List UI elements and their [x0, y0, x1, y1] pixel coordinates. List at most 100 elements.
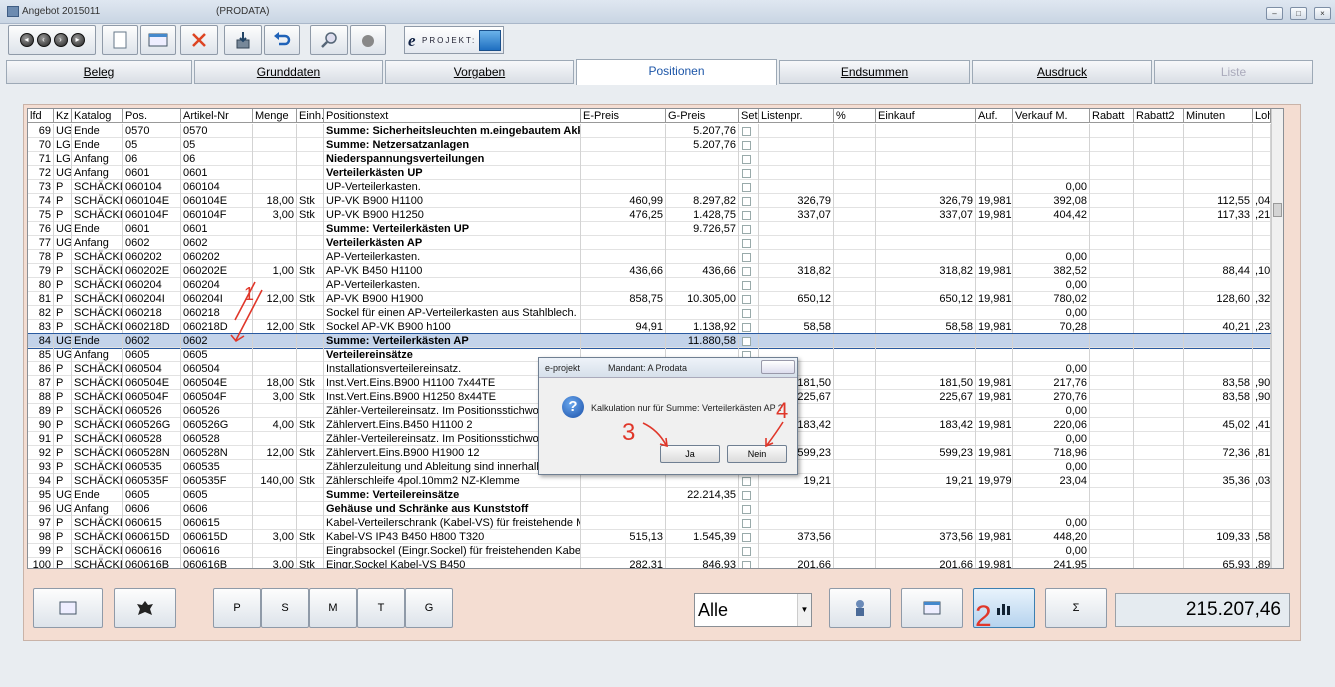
cell-loh[interactable]: ,89 — [1253, 558, 1271, 568]
cell-g-preis[interactable] — [666, 250, 739, 264]
cell-g-preis[interactable]: 10.305,00 — [666, 292, 739, 306]
cell-lfd[interactable]: 77 — [28, 236, 54, 250]
cell-loh[interactable] — [1253, 166, 1271, 180]
cell-rabatt[interactable] — [1090, 348, 1134, 362]
cell-einh[interactable] — [297, 502, 324, 516]
cell-rabatt[interactable] — [1090, 530, 1134, 544]
table-row[interactable]: 76 UG Ende 0601 0601 Summe: Verteilerkästen U… — [28, 222, 1271, 236]
cell-auf[interactable] — [976, 180, 1013, 194]
cell-g-preis[interactable]: 5.207,76 — [666, 124, 739, 138]
cell-lfd[interactable]: 74 — [28, 194, 54, 208]
cell-einh[interactable]: Stk — [297, 292, 324, 306]
table-row[interactable]: 81 P SCHÄCKE 060204I 060204I 12,00 Stk AP-VK B9… — [28, 292, 1271, 306]
cell-verkauf[interactable]: 217,76 — [1013, 376, 1090, 390]
cell-loh[interactable] — [1253, 544, 1271, 558]
cell-minuten[interactable] — [1184, 404, 1253, 418]
cell-verkauf[interactable]: 392,08 — [1013, 194, 1090, 208]
cell-kz[interactable]: UG — [54, 348, 72, 362]
cell-loh[interactable] — [1253, 348, 1271, 362]
cell-percent[interactable] — [834, 544, 876, 558]
cell-artikel-nr[interactable]: 0602 — [181, 236, 253, 250]
search-button[interactable] — [310, 25, 348, 55]
cell-verkauf[interactable] — [1013, 138, 1090, 152]
cell-artikel-nr[interactable]: 060218 — [181, 306, 253, 320]
cell-pos[interactable]: 06 — [123, 152, 181, 166]
cell-listenpr[interactable] — [759, 152, 834, 166]
cell-einh[interactable]: Stk — [297, 558, 324, 568]
cell-kz[interactable]: P — [54, 320, 72, 334]
cell-einh[interactable] — [297, 488, 324, 502]
cell-einkauf[interactable] — [876, 138, 976, 152]
col-header-auf[interactable]: Auf. — [976, 109, 1013, 123]
cell-einkauf[interactable]: 225,67 — [876, 390, 976, 404]
cell-einh[interactable] — [297, 362, 324, 376]
table-row[interactable]: 72 UG Anfang 0601 0601 Verteilerkästen UP — [28, 166, 1271, 180]
cell-kz[interactable]: P — [54, 404, 72, 418]
cell-positionstext[interactable]: UP-VK B900 H1250 — [324, 208, 581, 222]
cell-katalog[interactable]: Ende — [72, 222, 123, 236]
last-record-icon[interactable]: ▸ — [70, 33, 85, 47]
cell-lfd[interactable]: 98 — [28, 530, 54, 544]
cell-e-preis[interactable] — [581, 138, 666, 152]
cell-listenpr[interactable] — [759, 544, 834, 558]
cell-e-preis[interactable] — [581, 488, 666, 502]
set-checkbox-cell[interactable] — [739, 474, 759, 488]
cell-lfd[interactable]: 73 — [28, 180, 54, 194]
set-checkbox-cell[interactable] — [739, 278, 759, 292]
cell-lfd[interactable]: 87 — [28, 376, 54, 390]
cell-g-preis[interactable]: 436,66 — [666, 264, 739, 278]
cell-verkauf[interactable] — [1013, 222, 1090, 236]
cell-auf[interactable]: 19,981 — [976, 530, 1013, 544]
cell-katalog[interactable]: SCHÄCKE — [72, 362, 123, 376]
cell-menge[interactable] — [253, 236, 297, 250]
set-checkbox-cell[interactable] — [739, 306, 759, 320]
positions-grid[interactable]: lfd Kz Katalog Pos. Artikel-Nr Menge Einh. Posi… — [27, 108, 1284, 569]
cell-pos[interactable]: 060535F — [123, 474, 181, 488]
cell-auf[interactable]: 19,981 — [976, 390, 1013, 404]
cell-rabatt[interactable] — [1090, 446, 1134, 460]
cell-listenpr[interactable] — [759, 222, 834, 236]
cell-lfd[interactable]: 88 — [28, 390, 54, 404]
cell-positionstext[interactable]: Verteilerkästen UP — [324, 166, 581, 180]
cell-rabatt[interactable] — [1090, 558, 1134, 568]
cell-minuten[interactable] — [1184, 432, 1253, 446]
cell-artikel-nr[interactable]: 060528N — [181, 446, 253, 460]
cell-loh[interactable] — [1253, 334, 1271, 348]
cell-positionstext[interactable]: Niederspannungsverteilungen — [324, 152, 581, 166]
cell-rabatt2[interactable] — [1134, 404, 1184, 418]
cell-listenpr[interactable]: 650,12 — [759, 292, 834, 306]
cell-minuten[interactable] — [1184, 544, 1253, 558]
cell-rabatt[interactable] — [1090, 320, 1134, 334]
cell-katalog[interactable]: SCHÄCKE — [72, 264, 123, 278]
cell-auf[interactable]: 19,981 — [976, 208, 1013, 222]
cell-artikel-nr[interactable]: 0601 — [181, 166, 253, 180]
cell-rabatt2[interactable] — [1134, 474, 1184, 488]
apple-button[interactable] — [350, 25, 386, 55]
col-header-einh[interactable]: Einh. — [297, 109, 324, 123]
cell-artikel-nr[interactable]: 060615 — [181, 516, 253, 530]
cell-artikel-nr[interactable]: 060218D — [181, 320, 253, 334]
cell-artikel-nr[interactable]: 060526G — [181, 418, 253, 432]
cell-listenpr[interactable]: 373,56 — [759, 530, 834, 544]
table-row[interactable]: 75 P SCHÄCKE 060104F 060104F 3,00 Stk UP-VK B90… — [28, 208, 1271, 222]
set-checkbox-cell[interactable] — [739, 544, 759, 558]
cell-verkauf[interactable]: 0,00 — [1013, 250, 1090, 264]
set-checkbox[interactable] — [742, 155, 751, 164]
cell-einh[interactable] — [297, 152, 324, 166]
cell-positionstext[interactable]: AP-VK B450 H1100 — [324, 264, 581, 278]
set-checkbox-cell[interactable] — [739, 250, 759, 264]
scrollbar-thumb[interactable] — [1273, 203, 1282, 217]
set-checkbox[interactable] — [742, 323, 751, 332]
cell-minuten[interactable]: 45,02 — [1184, 418, 1253, 432]
set-checkbox-cell[interactable] — [739, 488, 759, 502]
cell-kz[interactable]: P — [54, 418, 72, 432]
cell-menge[interactable] — [253, 250, 297, 264]
cell-rabatt[interactable] — [1090, 334, 1134, 348]
cell-auf[interactable] — [976, 432, 1013, 446]
cell-kz[interactable]: P — [54, 208, 72, 222]
cell-menge[interactable] — [253, 222, 297, 236]
table-row[interactable]: 74 P SCHÄCKE 060104E 060104E 18,00 Stk UP-VK B9… — [28, 194, 1271, 208]
cell-artikel-nr[interactable]: 0605 — [181, 488, 253, 502]
cell-rabatt2[interactable] — [1134, 208, 1184, 222]
cell-kz[interactable]: UG — [54, 166, 72, 180]
